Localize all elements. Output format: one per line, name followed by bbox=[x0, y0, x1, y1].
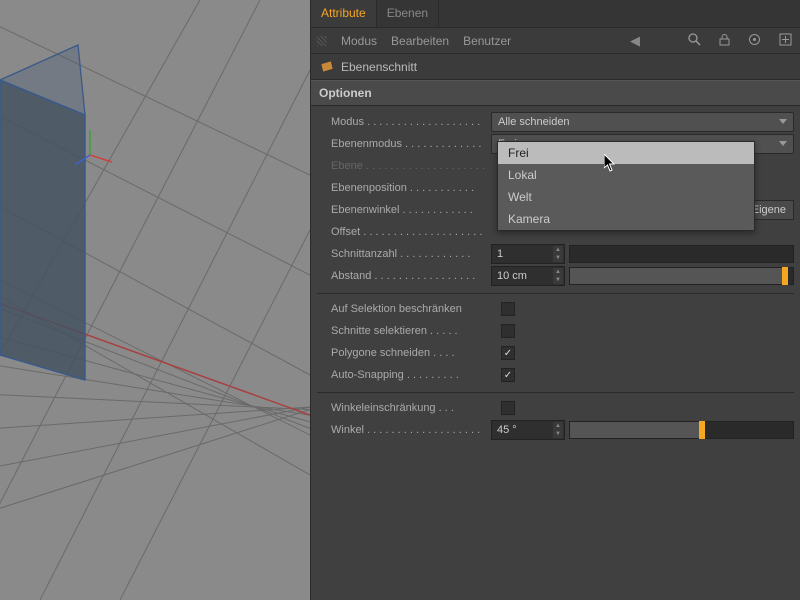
checkbox-schnitte-sel[interactable] bbox=[501, 324, 515, 338]
nav-back-icon[interactable]: ◀ bbox=[628, 33, 642, 49]
checkbox-polygone[interactable]: ✓ bbox=[501, 346, 515, 360]
dropdown-option-frei[interactable]: Frei bbox=[498, 142, 754, 164]
dropdown-popup-ebenenmodus[interactable]: Frei Lokal Welt Kamera bbox=[497, 141, 755, 231]
checkbox-winkelein[interactable] bbox=[501, 401, 515, 415]
viewport-3d[interactable] bbox=[0, 0, 310, 600]
input-abstand[interactable]: 10 cm ▲▼ bbox=[491, 266, 565, 286]
divider bbox=[317, 392, 794, 393]
dropdown-option-kamera[interactable]: Kamera bbox=[498, 208, 754, 230]
slider-winkel[interactable] bbox=[569, 421, 794, 439]
dropdown-modus[interactable]: Alle schneiden bbox=[491, 112, 794, 132]
stepper-abstand[interactable]: ▲▼ bbox=[553, 268, 563, 284]
menu-benutzer[interactable]: Benutzer bbox=[463, 34, 511, 48]
dropdown-option-lokal[interactable]: Lokal bbox=[498, 164, 754, 186]
menu-bearbeiten[interactable]: Bearbeiten bbox=[391, 34, 449, 48]
prop-polygone: Polygone schneiden . . . . ✓ bbox=[331, 342, 794, 364]
checkbox-selektion[interactable] bbox=[501, 302, 515, 316]
target-icon[interactable] bbox=[746, 33, 763, 49]
add-icon[interactable] bbox=[777, 33, 794, 49]
input-schnittanzahl[interactable]: 1 ▲▼ bbox=[491, 244, 565, 264]
prop-modus: Modus . . . . . . . . . . . . . . . . . … bbox=[331, 111, 794, 133]
panel-tabs: Attribute Ebenen bbox=[311, 0, 800, 28]
search-icon[interactable] bbox=[686, 33, 703, 49]
chevron-down-icon bbox=[779, 141, 787, 146]
cube-object[interactable] bbox=[0, 45, 85, 380]
grip-icon bbox=[317, 36, 327, 46]
slider-abstand[interactable] bbox=[569, 267, 794, 285]
tab-ebenen[interactable]: Ebenen bbox=[377, 0, 439, 27]
chevron-down-icon bbox=[779, 119, 787, 124]
prop-winkel: Winkel . . . . . . . . . . . . . . . . .… bbox=[331, 419, 794, 441]
slider-schnittanzahl[interactable] bbox=[569, 245, 794, 263]
mouse-cursor bbox=[604, 154, 616, 172]
plane-cut-icon bbox=[319, 59, 335, 75]
prop-schnitte-sel: Schnitte selektieren . . . . . bbox=[331, 320, 794, 342]
lock-icon[interactable] bbox=[717, 33, 732, 49]
stepper-winkel[interactable]: ▲▼ bbox=[553, 422, 563, 438]
prop-winkelein: Winkeleinschränkung . . . bbox=[331, 397, 794, 419]
menu-modus[interactable]: Modus bbox=[341, 34, 377, 48]
attribute-panel: Attribute Ebenen Modus Bearbeiten Benutz… bbox=[310, 0, 800, 600]
prop-selektion: Auf Selektion beschränken bbox=[331, 298, 794, 320]
dropdown-option-welt[interactable]: Welt bbox=[498, 186, 754, 208]
object-name: Ebenenschnitt bbox=[341, 60, 417, 74]
checkbox-autosnap[interactable]: ✓ bbox=[501, 368, 515, 382]
prop-abstand: Abstand . . . . . . . . . . . . . . . . … bbox=[331, 265, 794, 287]
menu-bar: Modus Bearbeiten Benutzer ◀ bbox=[311, 28, 800, 54]
prop-schnittanzahl: Schnittanzahl . . . . . . . . . . . . 1 … bbox=[331, 243, 794, 265]
section-optionen: Optionen bbox=[311, 80, 800, 106]
stepper-schnittanzahl[interactable]: ▲▼ bbox=[553, 246, 563, 262]
prop-autosnap: Auto-Snapping . . . . . . . . . ✓ bbox=[331, 364, 794, 386]
divider bbox=[317, 293, 794, 294]
object-header: Ebenenschnitt bbox=[311, 54, 800, 80]
input-winkel[interactable]: 45 ° ▲▼ bbox=[491, 420, 565, 440]
tab-attribute[interactable]: Attribute bbox=[311, 0, 377, 27]
